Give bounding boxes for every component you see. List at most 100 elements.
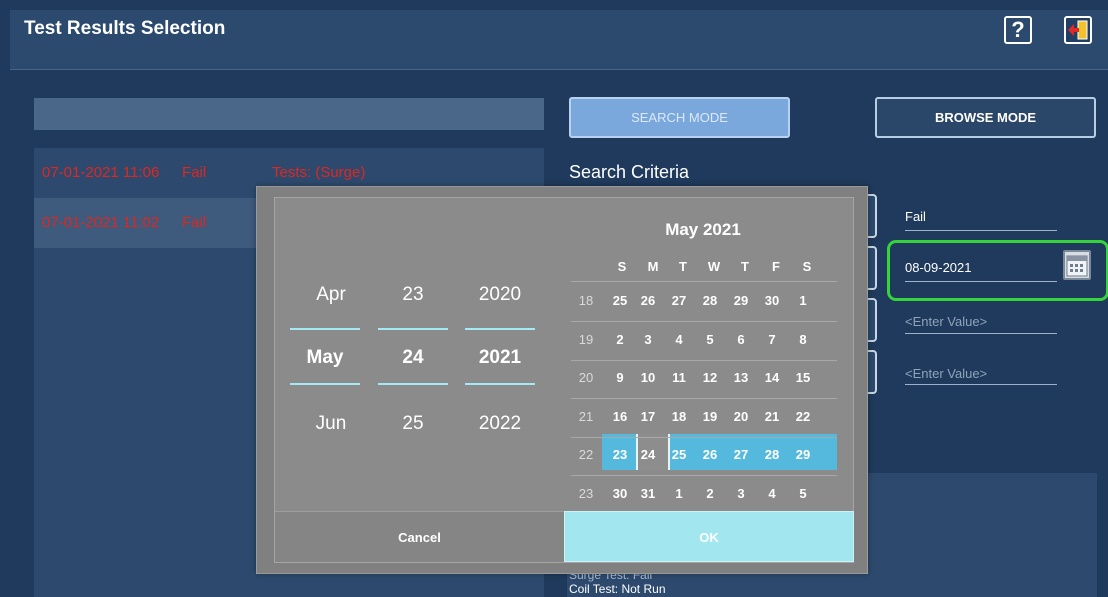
- weekday-label: W: [707, 259, 721, 274]
- browse-mode-button[interactable]: BROWSE MODE: [875, 97, 1096, 138]
- calendar-day[interactable]: 28: [698, 293, 722, 308]
- calendar-day[interactable]: 9: [608, 370, 632, 385]
- field-underline: [905, 230, 1057, 231]
- calendar-day[interactable]: 8: [791, 332, 815, 347]
- calendar-day[interactable]: 6: [729, 332, 753, 347]
- cancel-button[interactable]: Cancel: [275, 511, 564, 562]
- weekday-label: M: [647, 259, 659, 274]
- result-status: Fail: [182, 164, 207, 181]
- calendar-day[interactable]: 31: [636, 486, 660, 501]
- month-wheel-prev[interactable]: Apr: [296, 284, 366, 306]
- week-number: 18: [578, 293, 594, 308]
- calendar-day[interactable]: 10: [636, 370, 660, 385]
- calendar-day[interactable]: 25: [608, 293, 632, 308]
- calendar-day[interactable]: 24: [636, 447, 660, 462]
- calendar-day[interactable]: 16: [608, 409, 632, 424]
- calendar-day[interactable]: 30: [608, 486, 632, 501]
- field-underline: [905, 281, 1057, 282]
- calendar-day[interactable]: 27: [667, 293, 691, 308]
- wheel-selection-line: [290, 383, 360, 385]
- day-wheel-prev[interactable]: 23: [378, 284, 448, 306]
- week-number: 19: [578, 331, 594, 347]
- calendar-divider: [571, 436, 837, 438]
- calendar-day[interactable]: 26: [698, 447, 722, 462]
- year-wheel-prev[interactable]: 2020: [465, 284, 535, 306]
- calendar-day[interactable]: 5: [698, 332, 722, 347]
- calendar-day[interactable]: 21: [760, 409, 784, 424]
- weekday-label: S: [802, 259, 812, 274]
- page-title: Test Results Selection: [24, 18, 226, 39]
- calendar-day[interactable]: 28: [760, 447, 784, 462]
- week-number: 20: [578, 370, 594, 385]
- week-number: 21: [578, 408, 594, 424]
- calendar-day[interactable]: 2: [608, 332, 632, 347]
- calendar-day[interactable]: 13: [729, 370, 753, 385]
- calendar-day[interactable]: 1: [791, 293, 815, 308]
- month-wheel-selected[interactable]: May: [290, 347, 360, 369]
- calendar-day[interactable]: 7: [760, 332, 784, 347]
- calendar-day[interactable]: 3: [729, 486, 753, 501]
- calendar-divider: [571, 398, 837, 399]
- calendar-day[interactable]: 29: [729, 293, 753, 308]
- calendar-month-title: May 2021: [665, 220, 741, 239]
- calendar-divider: [571, 359, 837, 361]
- year-wheel-selected[interactable]: 2021: [465, 347, 535, 369]
- calendar-day[interactable]: 20: [729, 409, 753, 424]
- calendar-day[interactable]: 26: [636, 293, 660, 308]
- calendar-day[interactable]: 27: [729, 447, 753, 462]
- search-mode-button[interactable]: SEARCH MODE: [569, 97, 790, 138]
- calendar-day[interactable]: 4: [667, 332, 691, 347]
- weekday-label: S: [617, 259, 627, 274]
- calendar-day[interactable]: 22: [791, 409, 815, 424]
- weekday-label: F: [772, 259, 780, 274]
- calendar-day[interactable]: 3: [636, 332, 660, 347]
- calendar-day[interactable]: 17: [636, 409, 660, 424]
- exit-button[interactable]: [1064, 16, 1092, 44]
- criteria-input-4[interactable]: <Enter Value>: [905, 366, 987, 381]
- calendar-day[interactable]: 23: [608, 447, 632, 462]
- wheel-selection-line: [465, 328, 535, 330]
- calendar-day[interactable]: 2: [698, 486, 722, 501]
- calendar-divider: [571, 281, 837, 282]
- calendar-day[interactable]: 12: [698, 370, 722, 385]
- wheel-selection-line: [290, 328, 360, 330]
- day-wheel-selected[interactable]: 24: [378, 347, 448, 369]
- calendar-day[interactable]: 19: [698, 409, 722, 424]
- calendar-divider: [571, 321, 837, 322]
- calendar-day[interactable]: 15: [791, 370, 815, 385]
- calendar-day[interactable]: 18: [667, 409, 691, 424]
- calendar-day[interactable]: 11: [667, 370, 691, 385]
- search-criteria-heading: Search Criteria: [569, 162, 690, 182]
- calendar-day[interactable]: 5: [791, 486, 815, 501]
- question-icon: ?: [1011, 17, 1025, 42]
- week-number: 22: [578, 447, 594, 462]
- results-list-header: [34, 98, 544, 130]
- month-wheel-next[interactable]: Jun: [296, 413, 366, 435]
- weekday-label: T: [741, 259, 749, 274]
- result-status: Fail: [182, 214, 207, 231]
- calendar-divider: [571, 475, 837, 476]
- detail-coil-test: Coil Test: Not Run: [569, 582, 666, 596]
- calendar-day[interactable]: 14: [760, 370, 784, 385]
- year-wheel-next[interactable]: 2022: [465, 413, 535, 435]
- wheel-selection-line: [378, 328, 448, 330]
- result-datetime: 07-01-2021 11:06: [42, 164, 160, 181]
- field-underline: [905, 384, 1057, 385]
- result-datetime: 07-01-2021 11:02: [42, 214, 160, 231]
- result-field[interactable]: Fail: [905, 209, 926, 224]
- day-wheel-next[interactable]: 25: [378, 413, 448, 435]
- calendar-day[interactable]: 30: [760, 293, 784, 308]
- calendar-icon[interactable]: [1063, 250, 1091, 280]
- exit-door-icon: [1068, 20, 1088, 40]
- criteria-input-3[interactable]: <Enter Value>: [905, 314, 987, 329]
- date-field[interactable]: 08-09-2021: [905, 260, 972, 275]
- calendar-day[interactable]: 29: [791, 447, 815, 462]
- weekday-label: T: [679, 259, 687, 274]
- help-button[interactable]: ?: [1004, 16, 1032, 44]
- calendar-day[interactable]: 25: [667, 447, 691, 462]
- calendar-day[interactable]: 1: [667, 486, 691, 501]
- ok-button[interactable]: OK: [564, 511, 854, 562]
- calendar-day[interactable]: 4: [760, 486, 784, 501]
- field-underline: [905, 333, 1057, 334]
- week-number: 23: [578, 485, 594, 501]
